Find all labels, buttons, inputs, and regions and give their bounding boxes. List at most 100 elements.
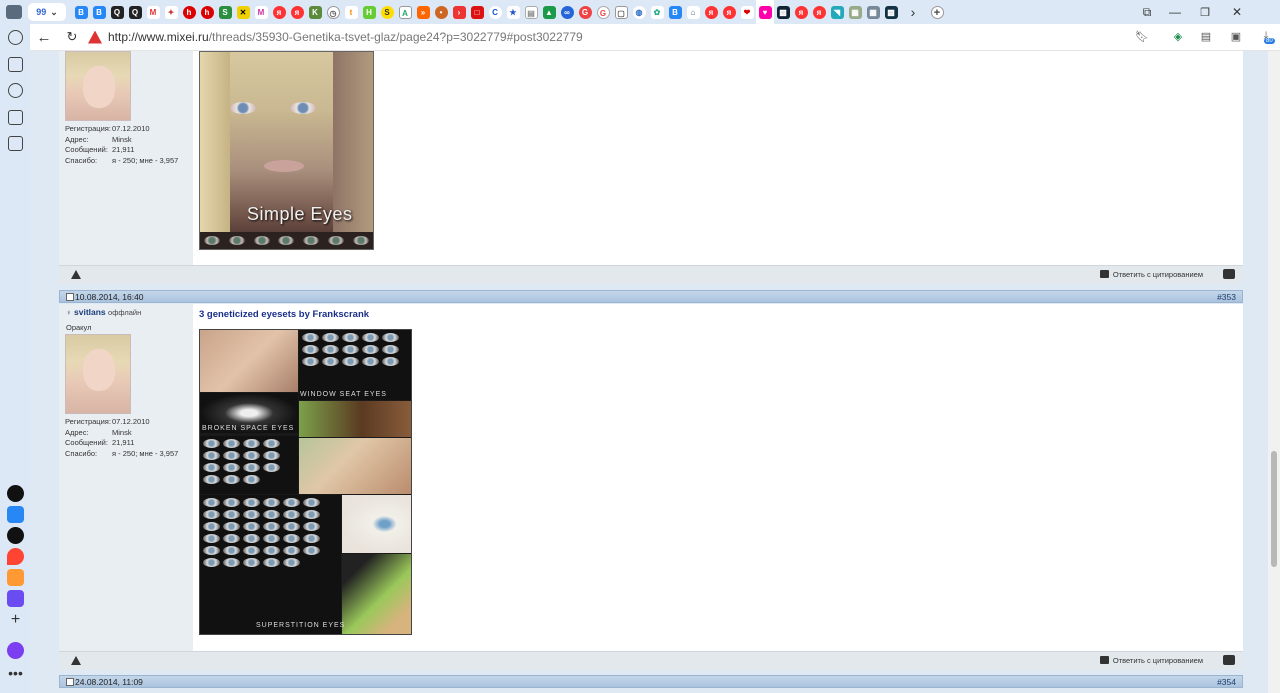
tab-ya-5[interactable]: я bbox=[792, 0, 810, 24]
tab-bar: 99 ⌄ В В Q Q M ✦ h h S ✕ M я я K ◷ t H S … bbox=[0, 0, 1280, 24]
tab-sparkle[interactable]: ✦ bbox=[162, 0, 180, 24]
tab-blank[interactable]: ▢ bbox=[612, 0, 630, 24]
tab-gear[interactable]: ✿ bbox=[648, 0, 666, 24]
post-footer-353: Ответить с цитированием bbox=[59, 651, 1243, 670]
reader-icon[interactable]: ▤ bbox=[1198, 30, 1214, 44]
maximize-button[interactable]: ❐ bbox=[1190, 0, 1220, 24]
close-button[interactable]: ✕ bbox=[1222, 0, 1252, 24]
page-scrollbar[interactable] bbox=[1268, 51, 1280, 693]
download-icon[interactable]: ⤓ 80 bbox=[1258, 30, 1275, 44]
user-info: Регистрация: 07.12.2010 Адрес: Minsk Сообщ… bbox=[65, 417, 178, 459]
history-icon[interactable] bbox=[8, 30, 23, 45]
post-number-link[interactable]: #353 bbox=[1217, 292, 1236, 302]
collections-sidebar-icon[interactable] bbox=[8, 57, 23, 72]
simple-eyes-image[interactable]: Simple Eyes bbox=[199, 51, 374, 250]
tab-a[interactable]: A bbox=[396, 0, 414, 24]
user-avatar[interactable] bbox=[65, 51, 131, 121]
alice-icon[interactable] bbox=[7, 642, 24, 659]
extension-icon[interactable]: ▣ bbox=[1228, 30, 1244, 44]
multiquote-icon[interactable] bbox=[1223, 655, 1235, 665]
tab-tri[interactable]: ◥ bbox=[828, 0, 846, 24]
tab-vk-2[interactable]: В bbox=[90, 0, 108, 24]
post-352: Регистрация: 07.12.2010 Адрес: Minsk Сообщ… bbox=[59, 51, 1243, 265]
user-avatar[interactable] bbox=[65, 334, 131, 414]
tab-img-2[interactable]: ▦ bbox=[864, 0, 882, 24]
tab-doc[interactable]: ▤ bbox=[522, 0, 540, 24]
online-status: оффлайн bbox=[108, 308, 142, 317]
scrollbar-thumb[interactable] bbox=[1271, 451, 1277, 567]
tab-play[interactable]: › bbox=[450, 0, 468, 24]
tab-vk[interactable]: В bbox=[72, 0, 90, 24]
quote-reply-button[interactable]: Ответить с цитированием bbox=[1099, 656, 1203, 665]
notes-icon[interactable] bbox=[8, 110, 23, 125]
collage-label-superstition: SUPERSTITION EYES bbox=[256, 622, 346, 629]
tab-q[interactable]: Q bbox=[108, 0, 126, 24]
tab-red[interactable]: □ bbox=[468, 0, 486, 24]
tab-house[interactable]: ⌂ bbox=[684, 0, 702, 24]
tab-arrow[interactable]: » bbox=[414, 0, 432, 24]
maps-icon[interactable] bbox=[7, 548, 24, 565]
tab-t[interactable]: t bbox=[342, 0, 360, 24]
tab-s[interactable]: S bbox=[378, 0, 396, 24]
collections-icon[interactable]: ⧉ bbox=[1132, 0, 1162, 24]
tab-sj[interactable]: S bbox=[216, 0, 234, 24]
post-number-link[interactable]: #354 bbox=[1217, 677, 1236, 687]
bookmark-icon[interactable]: 🔖︎ bbox=[1134, 30, 1150, 44]
tab-ya-2[interactable]: я bbox=[288, 0, 306, 24]
tab-loop[interactable]: ∞ bbox=[558, 0, 576, 24]
tab-ya-6[interactable]: я bbox=[810, 0, 828, 24]
tab-hh-2[interactable]: h bbox=[198, 0, 216, 24]
back-icon[interactable]: ← bbox=[30, 29, 58, 46]
tab-ya[interactable]: я bbox=[270, 0, 288, 24]
screenshot-icon[interactable] bbox=[8, 136, 23, 151]
quote-reply-button[interactable]: Ответить с цитированием bbox=[1099, 270, 1203, 279]
tab-green[interactable]: ▲ bbox=[540, 0, 558, 24]
tab-clock[interactable]: ◷ bbox=[324, 0, 342, 24]
tab-hd[interactable]: H bbox=[360, 0, 378, 24]
tab-ya-3[interactable]: я bbox=[702, 0, 720, 24]
messenger-app-icon[interactable] bbox=[7, 590, 24, 607]
tab-scroll-right-icon[interactable]: › bbox=[900, 0, 926, 24]
tab-g2[interactable]: G bbox=[594, 0, 612, 24]
more-icon[interactable]: ••• bbox=[7, 666, 24, 685]
username-link[interactable]: svitlans bbox=[74, 307, 106, 317]
reload-icon[interactable]: ↻ bbox=[58, 29, 86, 45]
post-checkbox[interactable] bbox=[66, 678, 74, 686]
tab-dark-2[interactable]: ▩ bbox=[882, 0, 900, 24]
tab-vk-3[interactable]: В bbox=[666, 0, 684, 24]
tab-k[interactable]: K bbox=[306, 0, 324, 24]
tab-gmail[interactable]: M bbox=[144, 0, 162, 24]
minimize-button[interactable]: — bbox=[1160, 0, 1190, 24]
tab-circle[interactable]: • bbox=[432, 0, 450, 24]
tab-dark[interactable]: ▩ bbox=[774, 0, 792, 24]
tab-img[interactable]: ▦ bbox=[846, 0, 864, 24]
tab-c[interactable]: C bbox=[486, 0, 504, 24]
app-chat-icon[interactable] bbox=[7, 485, 24, 502]
tab-m[interactable]: M bbox=[252, 0, 270, 24]
active-tab[interactable]: 99 ⌄ bbox=[28, 3, 66, 21]
add-app-icon[interactable]: + bbox=[7, 612, 24, 629]
video-icon[interactable] bbox=[8, 83, 23, 98]
insecure-warning-icon[interactable] bbox=[88, 30, 102, 44]
star-app-icon[interactable] bbox=[7, 527, 24, 544]
report-icon[interactable] bbox=[71, 656, 81, 665]
tab-star[interactable]: ★ bbox=[504, 0, 522, 24]
shield-icon[interactable]: ◈ bbox=[1170, 30, 1186, 44]
mail-app-icon[interactable] bbox=[7, 569, 24, 586]
tab-hh[interactable]: h bbox=[180, 0, 198, 24]
tab-x[interactable]: ✕ bbox=[234, 0, 252, 24]
new-tab-button[interactable]: + bbox=[926, 0, 948, 24]
multiquote-icon[interactable] bbox=[1223, 269, 1235, 279]
tab-heart[interactable]: ❤ bbox=[738, 0, 756, 24]
tab-ya-4[interactable]: я bbox=[720, 0, 738, 24]
post-checkbox[interactable] bbox=[66, 293, 74, 301]
vk-app-icon[interactable] bbox=[7, 506, 24, 523]
tab-q-2[interactable]: Q bbox=[126, 0, 144, 24]
url-field[interactable]: http://www.mixei.ru/threads/35930-Geneti… bbox=[108, 30, 583, 44]
tab-active-site[interactable]: ♥ bbox=[756, 0, 774, 24]
eyesets-collage-image[interactable]: WINDOW SEAT EYES BROKEN SPACE EYES SUPER… bbox=[199, 329, 412, 635]
tab-globe[interactable]: ◍ bbox=[630, 0, 648, 24]
tab-g[interactable]: G bbox=[576, 0, 594, 24]
browser-menu-icon[interactable] bbox=[0, 0, 28, 24]
report-icon[interactable] bbox=[71, 270, 81, 279]
